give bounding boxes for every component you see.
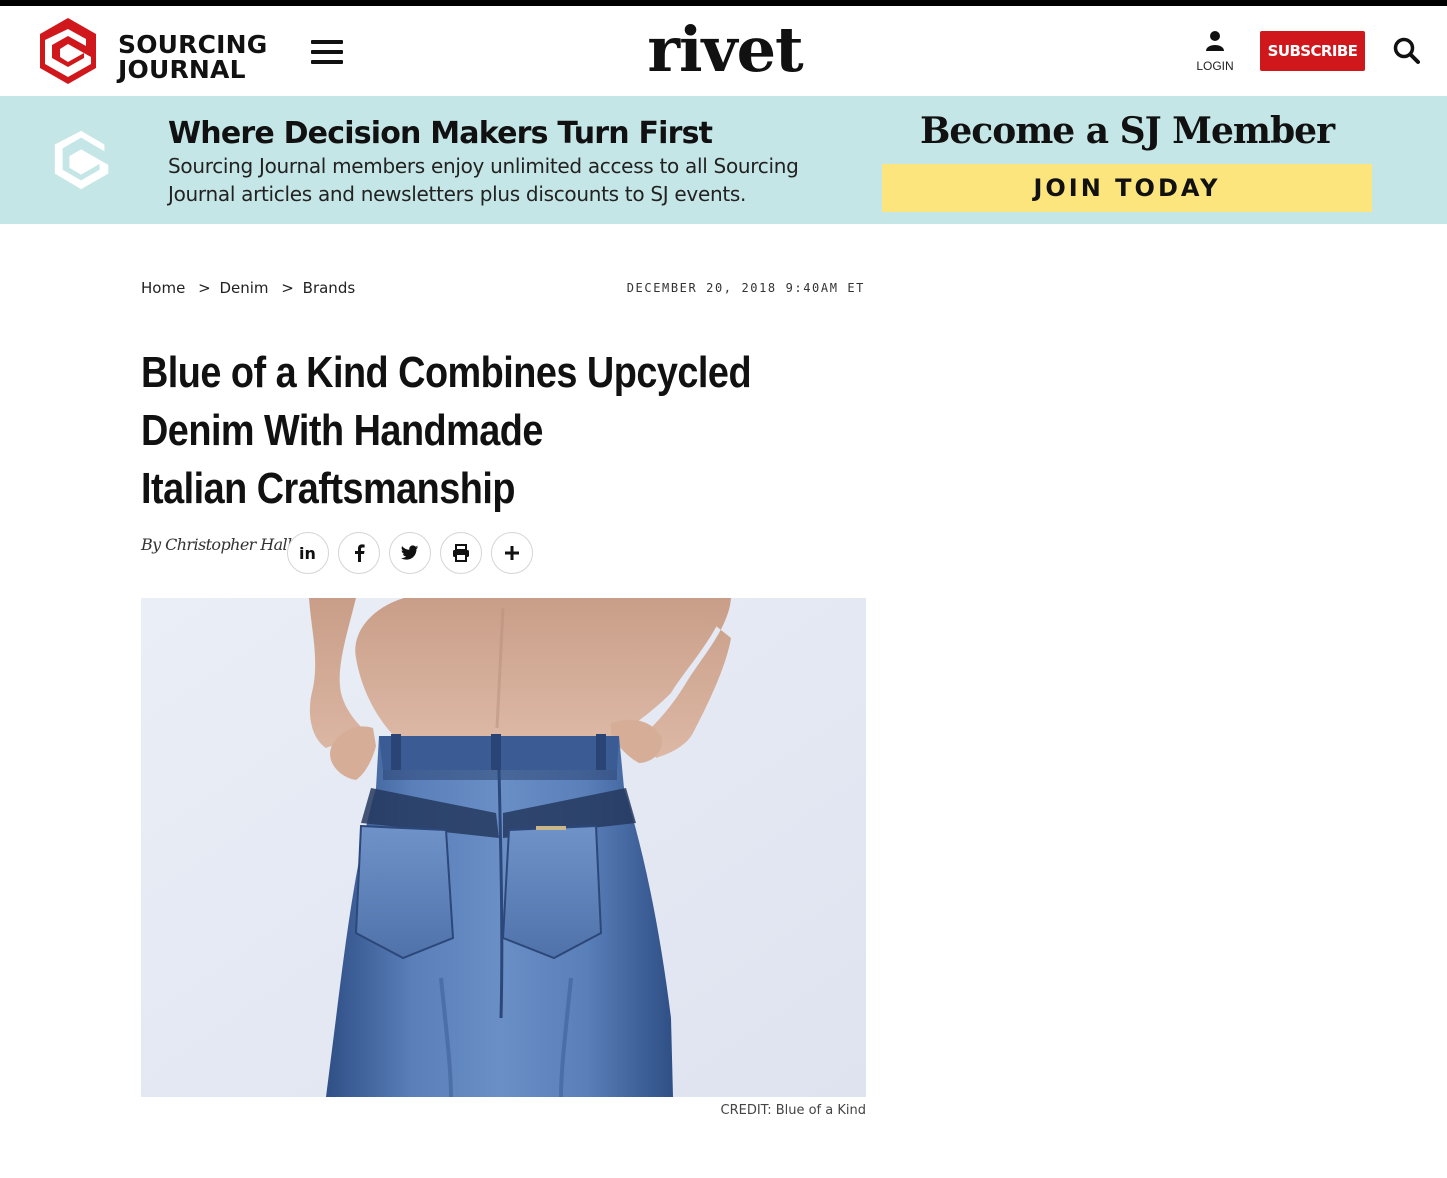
breadcrumb-separator: > xyxy=(281,279,294,297)
more-share-button[interactable] xyxy=(491,532,533,574)
publish-date: DECEMBER 20, 2018 9:40AM ET xyxy=(626,281,865,295)
membership-banner: Where Decision Makers Turn First Sourcin… xyxy=(0,96,1447,224)
breadcrumb-denim[interactable]: Denim xyxy=(219,279,268,297)
share-facebook-button[interactable] xyxy=(338,532,380,574)
site-header: SOURCING JOURNAL rivet LOGIN SUBSCRIBE xyxy=(0,6,1447,96)
banner-title: Where Decision Makers Turn First xyxy=(168,116,713,151)
headline-line: Blue of a Kind Combines Upcycled xyxy=(141,348,752,397)
sourcing-journal-logo[interactable]: SOURCING JOURNAL xyxy=(36,16,276,88)
headline-line: Denim With Handmade xyxy=(141,406,543,455)
share-twitter-button[interactable] xyxy=(389,532,431,574)
breadcrumb-home[interactable]: Home xyxy=(141,279,185,297)
headline-line: Italian Craftsmanship xyxy=(141,464,515,513)
image-credit: CREDIT: Blue of a Kind xyxy=(720,1103,866,1118)
article-hero-image xyxy=(141,598,866,1097)
plus-icon xyxy=(505,546,519,560)
login-label: LOGIN xyxy=(1196,59,1234,73)
twitter-icon xyxy=(401,545,419,560)
print-button[interactable] xyxy=(440,532,482,574)
author-byline[interactable]: By Christopher Hall xyxy=(141,535,292,554)
breadcrumb-brands[interactable]: Brands xyxy=(303,279,356,297)
breadcrumb: Home > Denim > Brands xyxy=(141,279,355,297)
member-cta-heading: Become a SJ Member xyxy=(919,110,1335,152)
user-icon xyxy=(1206,31,1224,51)
share-linkedin-button[interactable]: in xyxy=(287,532,329,574)
logo-line-1: SOURCING xyxy=(118,30,268,59)
menu-icon[interactable] xyxy=(311,40,343,64)
logo-line-2: JOURNAL xyxy=(118,55,246,84)
login-button[interactable]: LOGIN xyxy=(1190,30,1240,73)
svg-text:in: in xyxy=(299,544,316,562)
subscribe-button[interactable]: SUBSCRIBE xyxy=(1260,31,1365,71)
article-headline: Blue of a Kind Combines Upcycled Denim W… xyxy=(141,344,752,518)
linkedin-icon: in xyxy=(299,544,316,562)
join-today-button[interactable]: JOIN TODAY xyxy=(882,164,1372,212)
jeans-photo xyxy=(141,598,866,1097)
sj-logo-mark-icon xyxy=(40,18,96,84)
sj-logo-outline-icon xyxy=(54,130,109,190)
facebook-icon xyxy=(355,544,365,562)
search-icon[interactable] xyxy=(1392,36,1424,68)
rivet-logo[interactable]: rivet xyxy=(620,10,830,90)
banner-description: Sourcing Journal members enjoy unlimited… xyxy=(168,154,799,206)
logo-wordmark: SOURCING JOURNAL xyxy=(118,32,268,82)
breadcrumb-separator: > xyxy=(198,279,211,297)
print-icon xyxy=(453,544,469,562)
